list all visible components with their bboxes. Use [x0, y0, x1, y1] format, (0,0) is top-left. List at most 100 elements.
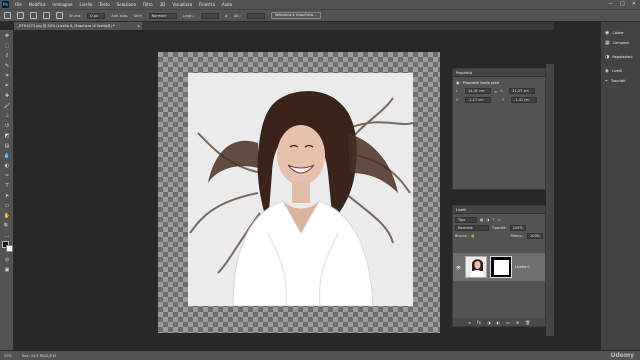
fx-icon[interactable]: fx: [477, 320, 481, 325]
adjustment-layer-icon[interactable]: ◐: [496, 320, 500, 325]
document-tab[interactable]: _DTH1073.jpg @ 50% (Livello 0, Maschera …: [14, 22, 142, 30]
subtract-selection-icon[interactable]: [43, 12, 50, 19]
menu-testo[interactable]: Testo: [99, 2, 109, 7]
swatches-icon: ▦: [605, 40, 610, 46]
layer-row[interactable]: 👁 Livello 0: [453, 253, 545, 281]
crop-icon[interactable]: ⌗: [3, 72, 11, 80]
healing-icon[interactable]: ✚: [3, 92, 11, 100]
feather-input[interactable]: 0 px: [87, 12, 106, 19]
background-color[interactable]: [6, 245, 13, 252]
dock-swatches[interactable]: ▦ Campioni: [605, 40, 629, 46]
height-prop-input[interactable]: 21,27 cm: [509, 88, 536, 94]
layers-tab[interactable]: Livelli: [453, 206, 545, 214]
add-mask-icon[interactable]: ◑: [487, 320, 491, 325]
document-tab-title: _DTH1073.jpg @ 50% (Livello 0, Maschera …: [17, 24, 115, 28]
menu-modifica[interactable]: Modifica: [29, 2, 46, 7]
layer-filter-select[interactable]: Tipo: [455, 217, 477, 223]
blur-icon[interactable]: 💧: [3, 152, 11, 160]
maximize-button[interactable]: □: [620, 1, 625, 7]
close-tab-icon[interactable]: ×: [137, 22, 140, 30]
properties-tab[interactable]: Proprietà: [453, 69, 545, 77]
shape-icon[interactable]: ▭: [3, 202, 11, 210]
screen-mode-icon[interactable]: ▣: [3, 266, 11, 274]
eye-icon[interactable]: 👁: [456, 265, 462, 270]
layer-thumbnail[interactable]: [465, 256, 487, 278]
dodge-icon[interactable]: ◐: [3, 162, 11, 170]
zoom-level[interactable]: 50%: [4, 354, 12, 358]
fill-input[interactable]: 100%: [526, 233, 543, 239]
more-tools-icon[interactable]: …: [3, 232, 11, 240]
link-layers-icon[interactable]: ∞: [468, 320, 471, 325]
dock-adjustments-label: Regolazioni: [612, 55, 633, 59]
intersect-selection-icon[interactable]: [56, 12, 63, 19]
new-layer-icon[interactable]: ⊞: [516, 320, 519, 325]
path-select-icon[interactable]: ➤: [3, 192, 11, 200]
menu-immagine[interactable]: Immagine: [52, 2, 72, 7]
x-prop-label: X: [456, 98, 459, 102]
panel-collapse-strip[interactable]: [546, 64, 554, 336]
add-selection-icon[interactable]: [30, 12, 37, 19]
link-icon[interactable]: ∞: [494, 89, 497, 94]
lock-icon[interactable]: 🔒: [471, 234, 475, 238]
x-prop-input[interactable]: -2,17 cm: [465, 97, 491, 103]
dock-adjustments[interactable]: ◑ Regolazioni: [605, 54, 632, 60]
pen-icon[interactable]: ✑: [3, 172, 11, 180]
portrait-photo: [188, 73, 413, 306]
style-select[interactable]: Normale: [148, 12, 177, 19]
swap-icon[interactable]: ⇄: [225, 14, 228, 18]
menu-3d[interactable]: 3D: [160, 2, 166, 7]
menu-livello[interactable]: Livello: [80, 2, 93, 7]
width-prop-input[interactable]: 14,41 cm: [465, 88, 491, 94]
lasso-icon[interactable]: ℓ: [3, 52, 11, 60]
adjustments-icon: ◑: [605, 54, 610, 60]
eraser-icon[interactable]: ◩: [3, 132, 11, 140]
zoom-icon[interactable]: 🔍: [3, 222, 11, 230]
layer-mask-thumbnail[interactable]: [490, 256, 512, 278]
blend-mode-select[interactable]: Normale: [455, 225, 489, 231]
dock-paths[interactable]: ⌁ Tracciati: [605, 78, 626, 84]
canvas-area[interactable]: [14, 30, 448, 350]
width-input[interactable]: [200, 12, 219, 19]
menu-file[interactable]: File: [15, 2, 22, 7]
layer-name[interactable]: Livello 0: [515, 265, 530, 269]
marquee-preset-icon[interactable]: [4, 12, 11, 19]
height-input[interactable]: [246, 12, 265, 19]
filter-shape-icon[interactable]: ▭: [498, 218, 501, 222]
y-prop-input[interactable]: -1,41 cm: [511, 97, 537, 103]
filter-type-icon[interactable]: T: [492, 218, 494, 222]
properties-subtitle: Proprietà livello pixel: [462, 80, 500, 85]
minimize-button[interactable]: —: [608, 1, 613, 7]
menu-selezione[interactable]: Selezione: [117, 2, 136, 7]
stamp-icon[interactable]: ⊥: [3, 112, 11, 120]
type-icon[interactable]: T: [3, 182, 11, 190]
select-and-mask-button[interactable]: Seleziona e maschera...: [270, 12, 321, 19]
marquee-icon[interactable]: ⬚: [3, 42, 11, 50]
close-window-button[interactable]: ✕: [632, 1, 636, 7]
menu-filtro[interactable]: Filtro: [143, 2, 153, 7]
opacity-input[interactable]: 100%: [509, 225, 526, 231]
menu-aiuto[interactable]: Aiuto: [222, 2, 232, 7]
brush-icon[interactable]: 🖌: [3, 102, 11, 110]
eyedropper-icon[interactable]: ✒: [3, 82, 11, 90]
new-group-icon[interactable]: ▭: [506, 320, 510, 325]
quick-select-icon[interactable]: ✎: [3, 62, 11, 70]
menu-visualizza[interactable]: Visualizza: [172, 2, 192, 7]
antialias-label[interactable]: Anti-alias: [111, 14, 127, 18]
move-icon[interactable]: ✥: [3, 32, 11, 40]
gradient-icon[interactable]: ▤: [3, 142, 11, 150]
dock-color[interactable]: ◉ Colore: [605, 30, 624, 36]
y-prop-label: Y: [502, 98, 505, 102]
layers-footer: ∞ fx ◑ ◐ ▭ ⊞ 🗑: [453, 318, 545, 326]
trash-icon[interactable]: 🗑: [525, 320, 530, 325]
hand-icon[interactable]: ✋: [3, 212, 11, 220]
color-swatches[interactable]: [2, 241, 13, 252]
document-info[interactable]: Doc: 14,5 M/20,8 M: [22, 354, 56, 358]
filter-pixel-icon[interactable]: ▦: [480, 218, 483, 222]
menu-finestra[interactable]: Finestra: [199, 2, 215, 7]
dock-layers[interactable]: ◈ Livelli: [605, 68, 622, 74]
style-label: Stile:: [133, 13, 143, 18]
filter-adjust-icon[interactable]: ◑: [486, 218, 489, 222]
quick-mask-icon[interactable]: ◎: [3, 256, 11, 264]
history-brush-icon[interactable]: ↺: [3, 122, 11, 130]
new-selection-icon[interactable]: [17, 12, 24, 19]
